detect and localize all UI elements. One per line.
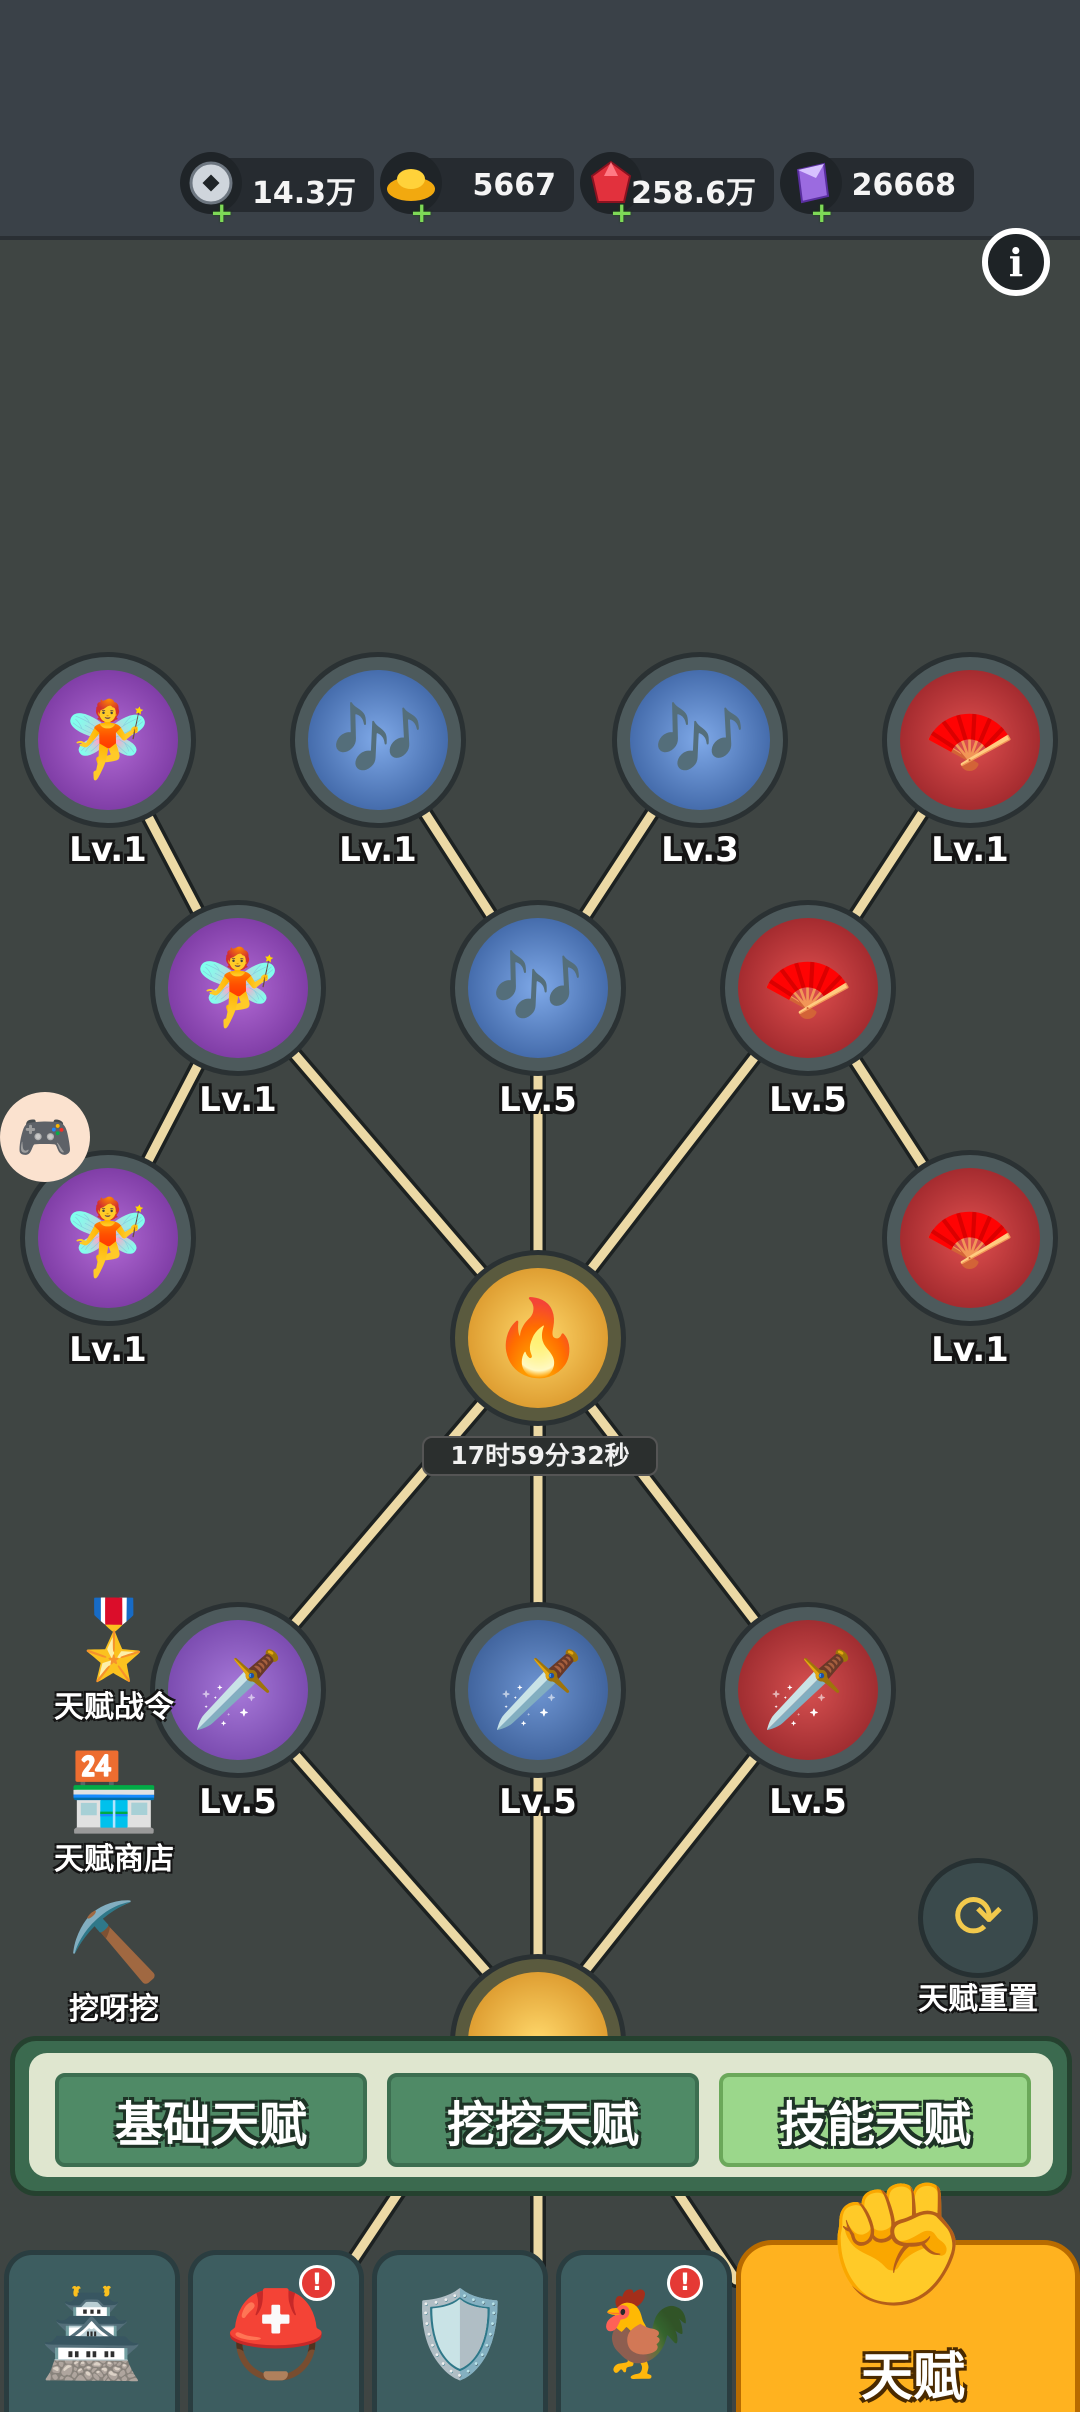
refresh-icon: ⟳ <box>918 1858 1038 1978</box>
level-label: Lv.3 <box>661 830 739 870</box>
notification-badge: ! <box>667 2265 703 2301</box>
level-label: Lv.5 <box>499 1080 577 1120</box>
talent-node-r1-2[interactable]: 🎶 <box>290 652 466 828</box>
nav-helmet-button[interactable]: ⛑️ ! <box>188 2250 364 2412</box>
talent-node-r2-1[interactable]: 🧚 <box>150 900 326 1076</box>
talent-node-r4-2[interactable]: 🗡️ <box>450 1602 626 1778</box>
level-label: Lv.1 <box>339 830 417 870</box>
shop-icon: 🏪 <box>66 1747 162 1836</box>
talent-node-r3-2[interactable]: 🪭 <box>882 1150 1058 1326</box>
fan-icon: 🪭 <box>900 1168 1040 1308</box>
zither-icon: 🎶 <box>630 670 770 810</box>
talent-node-r2-2[interactable]: 🎶 <box>450 900 626 1076</box>
sword-icon: 🗡️ <box>468 1620 608 1760</box>
zither-icon: 🎶 <box>308 670 448 810</box>
talent-node-r1-1[interactable]: 🧚 <box>20 652 196 828</box>
talent-node-r4-3[interactable]: 🗡️ <box>720 1602 896 1778</box>
nav-rooster-button[interactable]: 🐓 ! <box>556 2250 732 2412</box>
talent-shop-button[interactable]: 🏪 天赋商店 <box>24 1740 204 1878</box>
tab-label: 基础天赋 <box>114 2097 307 2153</box>
level-label: Lv.1 <box>931 1330 1009 1370</box>
talent-pass-label: 天赋战令 <box>54 1690 174 1725</box>
talent-tab-bar: 基础天赋 挖挖天赋 技能天赋 <box>10 2036 1072 2196</box>
level-label: Lv.5 <box>769 1080 847 1120</box>
talent-node-r2-3[interactable]: 🪭 <box>720 900 896 1076</box>
zither-icon: 🎶 <box>468 918 608 1058</box>
tab-basic-talent[interactable]: 基础天赋 <box>55 2073 367 2167</box>
level-label: Lv.1 <box>199 1080 277 1120</box>
talent-shop-label: 天赋商店 <box>54 1842 174 1877</box>
level-label: Lv.5 <box>499 1782 577 1822</box>
castle-icon: 🏯 <box>39 2285 145 2383</box>
nav-talent-button[interactable]: ✊ 天赋 <box>736 2175 1080 2412</box>
core-talent-node[interactable]: 🔥 <box>450 1250 626 1426</box>
tab-label: 挖挖天赋 <box>446 2097 639 2153</box>
dig-button[interactable]: ⛏️ 挖呀挖 <box>24 1890 204 2028</box>
talent-reset-button[interactable]: ⟳ 天赋重置 <box>888 1858 1068 2018</box>
talent-pass-button[interactable]: 🎖️ 天赋战令 <box>24 1588 204 1726</box>
bottom-navigation: 🏯 ⛑️ ! 🛡️ 🐓 ! ✊ 天赋 <box>0 2175 1080 2412</box>
fairy-icon: 🧚 <box>38 670 178 810</box>
nav-castle-button[interactable]: 🏯 <box>4 2250 180 2412</box>
pickaxe-icon: ⛏️ <box>66 1897 162 1986</box>
talent-node-r1-3[interactable]: 🎶 <box>612 652 788 828</box>
notification-badge: ! <box>299 2265 335 2301</box>
nav-talent-label: 天赋 <box>861 2348 966 2408</box>
level-label: Lv.5 <box>769 1782 847 1822</box>
talent-pass-icon: 🎖️ <box>66 1595 162 1684</box>
level-label: Lv.1 <box>69 1330 147 1370</box>
crest-icon: 🛡️ <box>407 2285 513 2383</box>
tab-skill-talent[interactable]: 技能天赋 <box>719 2073 1031 2167</box>
flame-drop-icon: 🔥 <box>468 1268 608 1408</box>
dig-label: 挖呀挖 <box>69 1992 159 2027</box>
tab-label: 技能天赋 <box>778 2097 971 2153</box>
level-label: Lv.1 <box>931 830 1009 870</box>
fan-icon: 🪭 <box>738 918 878 1058</box>
countdown-timer: 17时59分32秒 <box>422 1436 658 1476</box>
fairy-icon: 🧚 <box>168 918 308 1058</box>
tab-dig-talent[interactable]: 挖挖天赋 <box>387 2073 699 2167</box>
talent-reset-label: 天赋重置 <box>918 1982 1038 2017</box>
nav-crest-button[interactable]: 🛡️ <box>372 2250 548 2412</box>
gamepad-icon[interactable]: 🎮 <box>0 1092 90 1182</box>
fist-icon: ✊ <box>821 2175 971 2314</box>
level-label: Lv.1 <box>69 830 147 870</box>
fan-icon: 🪭 <box>900 670 1040 810</box>
sword-icon: 🗡️ <box>738 1620 878 1760</box>
talent-node-r1-4[interactable]: 🪭 <box>882 652 1058 828</box>
fairy-icon: 🧚 <box>38 1168 178 1308</box>
